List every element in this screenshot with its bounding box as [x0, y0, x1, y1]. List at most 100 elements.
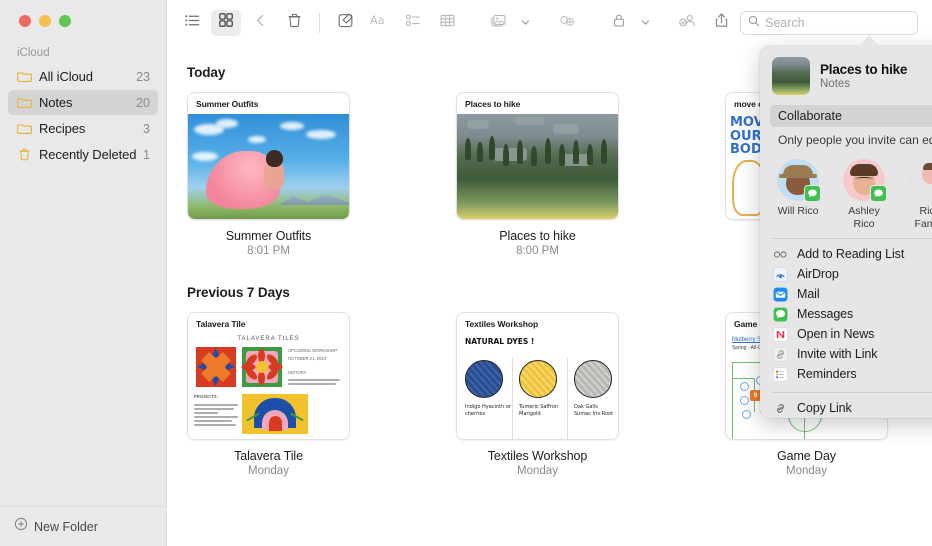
- note-card-header: Summer Outfits: [188, 93, 349, 113]
- note-card-title: Talavera Tile: [187, 449, 350, 463]
- menu-item-label: Copy Link: [797, 401, 852, 415]
- permission-label: Only people you invite can edit: [778, 133, 932, 147]
- popover-note-app: Notes: [820, 78, 907, 90]
- popover-tail: [859, 35, 879, 46]
- new-folder-label: New Folder: [34, 520, 98, 534]
- avatar-wrapper: [777, 159, 819, 201]
- textiles-dye-label-2: Tumeric Saffron Marigold: [519, 404, 565, 419]
- news-icon: [772, 326, 788, 342]
- note-card-places-to-hike[interactable]: Places to hike: [456, 92, 619, 257]
- menu-item-add-to-reading-list[interactable]: Add to Reading List: [760, 244, 932, 264]
- share-button[interactable]: [706, 10, 736, 36]
- sidebar: iCloud All iCloud 23 Notes 20: [0, 0, 167, 546]
- note-card-title: Textiles Workshop: [456, 449, 619, 463]
- chevron-down-icon: [521, 18, 530, 27]
- sidebar-item-notes[interactable]: Notes 20: [8, 90, 158, 115]
- note-thumbnail[interactable]: Summer Outfits: [187, 92, 350, 220]
- menu-item-label: Messages: [797, 307, 853, 321]
- sidebar-item-count: 20: [136, 96, 150, 110]
- tile-caption: TALAVERA TILES: [188, 334, 349, 342]
- table-button[interactable]: [432, 10, 462, 36]
- lock-button[interactable]: [604, 10, 634, 36]
- zoom-button[interactable]: [59, 15, 71, 27]
- airdrop-icon: [772, 266, 788, 282]
- format-button[interactable]: Aa: [364, 10, 394, 36]
- collaborate-select[interactable]: Collaborate: [770, 105, 932, 127]
- popover-note-title: Places to hike: [820, 62, 907, 77]
- menu-item-airdrop[interactable]: AirDrop: [760, 264, 932, 284]
- search-field[interactable]: Search: [740, 11, 918, 35]
- note-thumbnail[interactable]: Places to hike: [456, 92, 619, 220]
- textiles-dye-label-3: Oak Galls Sumac Iris Root: [574, 404, 616, 419]
- menu-item-mail[interactable]: Mail: [760, 284, 932, 304]
- plus-circle-icon: [14, 517, 28, 536]
- search-placeholder: Search: [765, 16, 805, 30]
- media-button[interactable]: [484, 10, 514, 36]
- menu-item-label: Add to Reading List: [797, 247, 904, 261]
- delete-button[interactable]: [279, 10, 309, 36]
- sidebar-item-recipes[interactable]: Recipes 3: [8, 116, 158, 141]
- lock-icon: [611, 12, 627, 34]
- sidebar-folder-list: All iCloud 23 Notes 20 Recipes 3: [0, 64, 166, 168]
- list-view-button[interactable]: [177, 10, 207, 36]
- tile-projects-label: PROJECTS:: [194, 394, 238, 400]
- note-artwork-summer: [188, 114, 349, 219]
- sidebar-item-all-icloud[interactable]: All iCloud 23: [8, 64, 158, 89]
- close-button[interactable]: [19, 15, 31, 27]
- sidebar-item-label: Recently Deleted: [39, 147, 143, 162]
- chevron-down-icon: [641, 18, 650, 27]
- menu-item-label: Open in News: [797, 327, 874, 341]
- sidebar-item-label: Recipes: [39, 121, 143, 136]
- collaborator-will-rico[interactable]: Will Rico: [774, 159, 822, 230]
- share-menu-primary: Add to Reading List AirDrop Mail: [760, 239, 932, 384]
- media-dropdown-caret[interactable]: [518, 10, 532, 36]
- collaborator-rico-family[interactable]: Rico Family: [906, 159, 932, 230]
- collaborator-ashley-rico[interactable]: Ashley Rico: [840, 159, 888, 230]
- avatar-wrapper: [909, 159, 932, 201]
- menu-item-label: Reminders: [797, 367, 857, 381]
- person-check-icon: [678, 12, 697, 34]
- sidebar-item-recently-deleted[interactable]: Recently Deleted 1: [8, 142, 158, 167]
- messages-badge-icon: [804, 185, 821, 202]
- back-button[interactable]: [245, 10, 275, 36]
- sidebar-item-count: 3: [143, 122, 150, 136]
- collaborators-list: Will Rico Ashley Rico: [760, 151, 932, 230]
- compose-button[interactable]: [330, 10, 360, 36]
- trash-icon: [17, 147, 32, 162]
- grid-icon: [218, 12, 234, 33]
- gallery-view-button[interactable]: [211, 10, 241, 36]
- link-icon: [772, 346, 788, 362]
- permission-row[interactable]: Only people you invite can edit: [770, 129, 932, 151]
- menu-item-label: Invite with Link: [797, 347, 877, 361]
- note-card-date: Monday: [187, 465, 350, 477]
- note-card-header: Textiles Workshop: [457, 313, 618, 333]
- note-card-title: Game Day: [725, 449, 888, 463]
- new-folder-button[interactable]: New Folder: [0, 506, 185, 546]
- share-icon: [713, 12, 730, 34]
- checklist-icon: [405, 12, 422, 34]
- link-button[interactable]: [552, 10, 582, 36]
- popover-header: Places to hike Notes: [760, 46, 932, 103]
- media-icon: [490, 12, 508, 34]
- menu-item-copy-link[interactable]: Copy Link: [760, 398, 932, 418]
- menu-item-messages[interactable]: Messages: [760, 304, 932, 324]
- note-thumbnail[interactable]: Textiles Workshop NATURAL DYES ! Indigo …: [456, 312, 619, 440]
- note-card-summer-outfits[interactable]: Summer Outfits: [187, 92, 350, 257]
- collaborate-button[interactable]: [672, 10, 702, 36]
- toolbar: Aa: [167, 0, 932, 45]
- search-icon: [748, 14, 760, 32]
- tile-meta-1: UPCOMING WORKSHOP:: [288, 348, 344, 354]
- minimize-button[interactable]: [39, 15, 51, 27]
- note-thumbnail[interactable]: Talavera Tile TALAVERA TILES: [187, 312, 350, 440]
- menu-item-invite-with-link[interactable]: Invite with Link: [760, 344, 932, 364]
- checklist-button[interactable]: [398, 10, 428, 36]
- menu-item-label: Mail: [797, 287, 820, 301]
- menu-item-open-in-news[interactable]: Open in News: [760, 324, 932, 344]
- note-card-textiles-workshop[interactable]: Textiles Workshop NATURAL DYES ! Indigo …: [456, 312, 619, 477]
- lock-dropdown-caret[interactable]: [638, 10, 652, 36]
- folder-icon: [17, 95, 32, 110]
- note-card-date: Monday: [725, 465, 888, 477]
- note-card-talavera-tile[interactable]: Talavera Tile TALAVERA TILES: [187, 312, 350, 477]
- menu-item-reminders[interactable]: Reminders: [760, 364, 932, 384]
- collaborator-name: Rico Family: [906, 205, 932, 230]
